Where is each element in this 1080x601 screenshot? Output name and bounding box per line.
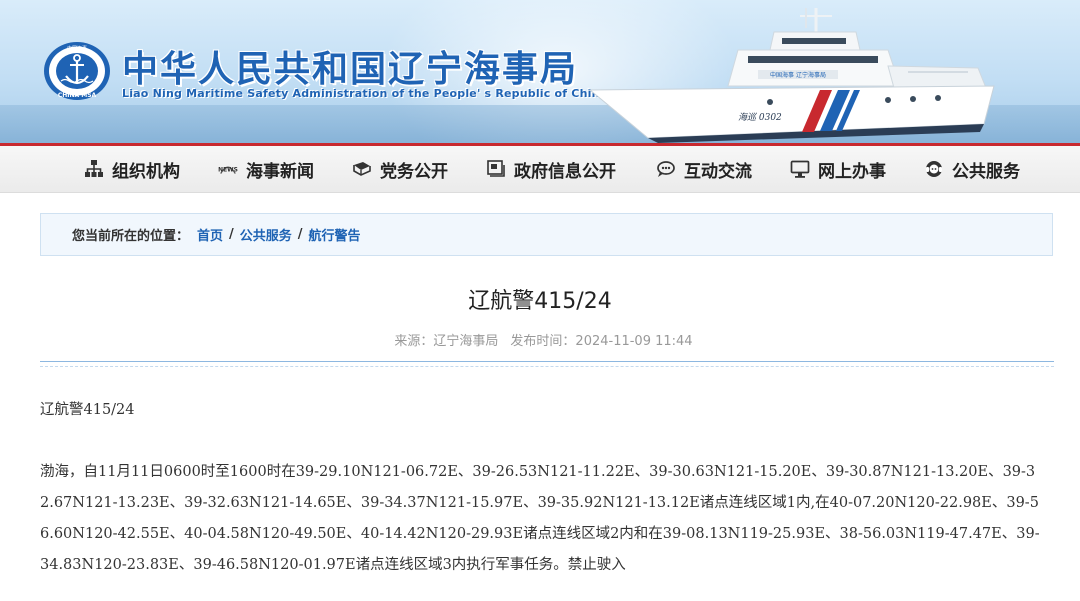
article-body: 辽航警415/24 渤海，自11月11日0600时至1600时在39-29.10… bbox=[40, 395, 1040, 581]
emblem-text-top: 中国海事 bbox=[67, 45, 87, 52]
nav-item-news[interactable]: NEWS 海事新闻 bbox=[218, 146, 314, 192]
nav-item-interact[interactable]: 互动交流 bbox=[656, 146, 752, 192]
nav-item-online[interactable]: 网上办事 bbox=[790, 146, 886, 192]
patrol-ship-image: 中国海事 辽宁海事局 海巡 0302 bbox=[588, 8, 995, 143]
breadcrumb-link-public-service[interactable]: 公共服务 bbox=[240, 225, 292, 244]
breadcrumb-separator: / bbox=[297, 227, 303, 242]
svg-text:NEWS: NEWS bbox=[218, 168, 238, 174]
document-icon bbox=[486, 159, 506, 179]
nav-item-org[interactable]: 组织机构 bbox=[84, 146, 180, 192]
nav-item-label: 海事新闻 bbox=[246, 161, 314, 182]
nav-item-public[interactable]: 公共服务 bbox=[924, 146, 1020, 192]
chat-icon bbox=[656, 159, 676, 179]
nav-item-party[interactable]: 党务公开 bbox=[352, 146, 448, 192]
article-paragraph: 渤海，自11月11日0600时至1600时在39-29.10N121-06.72… bbox=[40, 464, 1040, 573]
article-meta: 来源：辽宁海事局 发布时间：2024-11-09 11:44 bbox=[0, 330, 1080, 349]
article-divider-dashed bbox=[40, 366, 1054, 367]
breadcrumb-separator: / bbox=[229, 227, 234, 242]
breadcrumb-link-nav-warning[interactable]: 航行警告 bbox=[309, 225, 361, 244]
nav-item-label: 组织机构 bbox=[112, 161, 180, 182]
service-icon bbox=[924, 159, 944, 179]
site-title: 中华人民共和国辽宁海事局 bbox=[122, 49, 579, 90]
emblem-text-bottom: CHINA MSA bbox=[58, 92, 97, 99]
china-msa-emblem-icon: 中国海事 CHINA MSA bbox=[44, 42, 110, 100]
nav-item-gov-info[interactable]: 政府信息公开 bbox=[486, 146, 616, 192]
nav-item-label: 党务公开 bbox=[380, 161, 448, 182]
article-date: 发布时间：2024-11-09 11:44 bbox=[510, 334, 693, 349]
nav-item-label: 网上办事 bbox=[818, 161, 886, 182]
article-heading-line: 辽航警415/24 bbox=[40, 402, 135, 418]
breadcrumb-link-home[interactable]: 首页 bbox=[197, 225, 223, 244]
svg-text:中国海事 辽宁海事局: 中国海事 辽宁海事局 bbox=[770, 71, 826, 79]
monitor-icon bbox=[790, 159, 810, 179]
nav-item-label: 公共服务 bbox=[952, 161, 1020, 182]
book-icon bbox=[352, 159, 372, 179]
breadcrumb-label: 您当前所在的位置： bbox=[72, 229, 190, 244]
nav-item-label: 互动交流 bbox=[684, 161, 752, 182]
article-title: 辽航警415/24 bbox=[468, 289, 612, 314]
site-subtitle: Liao Ning Maritime Safety Administration… bbox=[122, 87, 608, 100]
article-divider bbox=[40, 361, 1054, 362]
news-icon: NEWS bbox=[218, 159, 238, 179]
org-chart-icon bbox=[84, 159, 104, 179]
breadcrumb: 您当前所在的位置： 首页 / 公共服务 / 航行警告 bbox=[40, 213, 1053, 256]
article-source: 来源：辽宁海事局 bbox=[394, 334, 499, 349]
nav-item-label: 政府信息公开 bbox=[514, 161, 616, 182]
main-nav: 组织机构 NEWS 海事新闻 党务公开 政府信息公开 互动交流 网上办事 公共服… bbox=[0, 146, 1080, 193]
ship-label: 海巡 0302 bbox=[738, 112, 782, 123]
site-banner: 中国海事 CHINA MSA 中华人民共和国辽宁海事局 Liao Ning Ma… bbox=[0, 0, 1080, 143]
